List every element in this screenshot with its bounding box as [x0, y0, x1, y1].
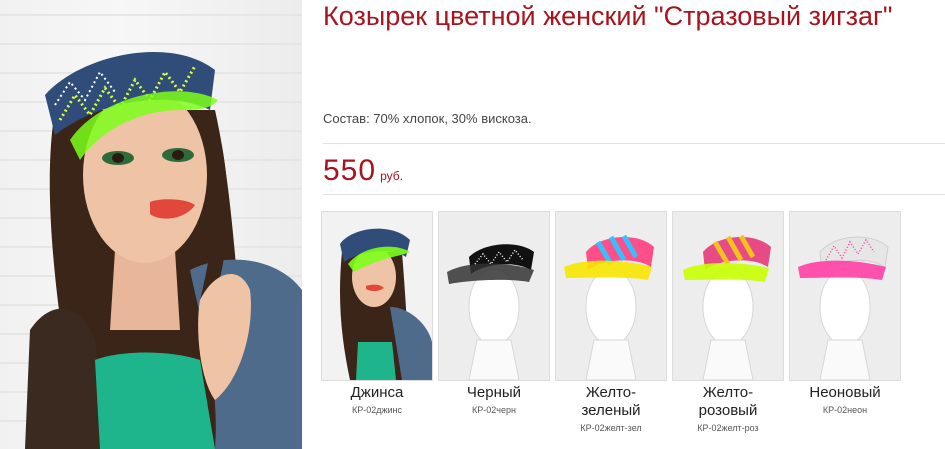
- model-illustration: [25, 51, 302, 449]
- variant-code: КР-02желт-зел: [580, 423, 642, 433]
- variant-name[interactable]: Желто- розовый: [672, 384, 784, 420]
- variant-chernyi[interactable]: Черный КР-02черн: [438, 211, 550, 415]
- variant-zhelto-zelenyi[interactable]: Желто- зеленый КР-02желт-зел: [555, 211, 667, 433]
- price-value: 550: [323, 154, 377, 187]
- variant-name[interactable]: Джинса: [321, 384, 433, 402]
- model-thumbnail-image: [322, 212, 432, 380]
- variant-thumbnail[interactable]: [555, 211, 667, 381]
- product-price: 550 руб.: [323, 154, 403, 188]
- divider: [323, 194, 945, 195]
- variant-thumbnail[interactable]: [672, 211, 784, 381]
- product-composition: Состав: 70% хлопок, 30% вискоза.: [323, 111, 532, 126]
- variant-code: КР-02черн: [472, 405, 516, 415]
- variant-name[interactable]: Желто- зеленый: [555, 384, 667, 420]
- variant-dzhinsa[interactable]: Джинса КР-02джинс: [321, 211, 433, 415]
- mannequin-head-image: [673, 212, 783, 380]
- mannequin-head-image: [439, 212, 549, 380]
- variant-neonovyi[interactable]: Неоновый КР-02неон: [789, 211, 901, 415]
- variant-thumbnail[interactable]: [789, 211, 901, 381]
- variant-name[interactable]: Неоновый: [789, 384, 901, 402]
- variant-thumbnail[interactable]: [321, 211, 433, 381]
- product-title: Козырек цветной женский "Стразовый зигза…: [323, 1, 893, 31]
- variant-name[interactable]: Черный: [438, 384, 550, 402]
- price-currency: руб.: [380, 169, 403, 183]
- main-product-photo[interactable]: [0, 0, 302, 449]
- variant-code: КР-02неон: [822, 405, 868, 415]
- variant-code: КР-02джинс: [351, 405, 403, 415]
- variant-thumbnail[interactable]: [438, 211, 550, 381]
- mannequin-head-image: [790, 212, 900, 380]
- variant-zhelto-rozovyi[interactable]: Желто- розовый КР-02желт-роз: [672, 211, 784, 433]
- variant-code: КР-02желт-роз: [697, 423, 759, 433]
- mannequin-head-image: [556, 212, 666, 380]
- divider: [323, 143, 945, 144]
